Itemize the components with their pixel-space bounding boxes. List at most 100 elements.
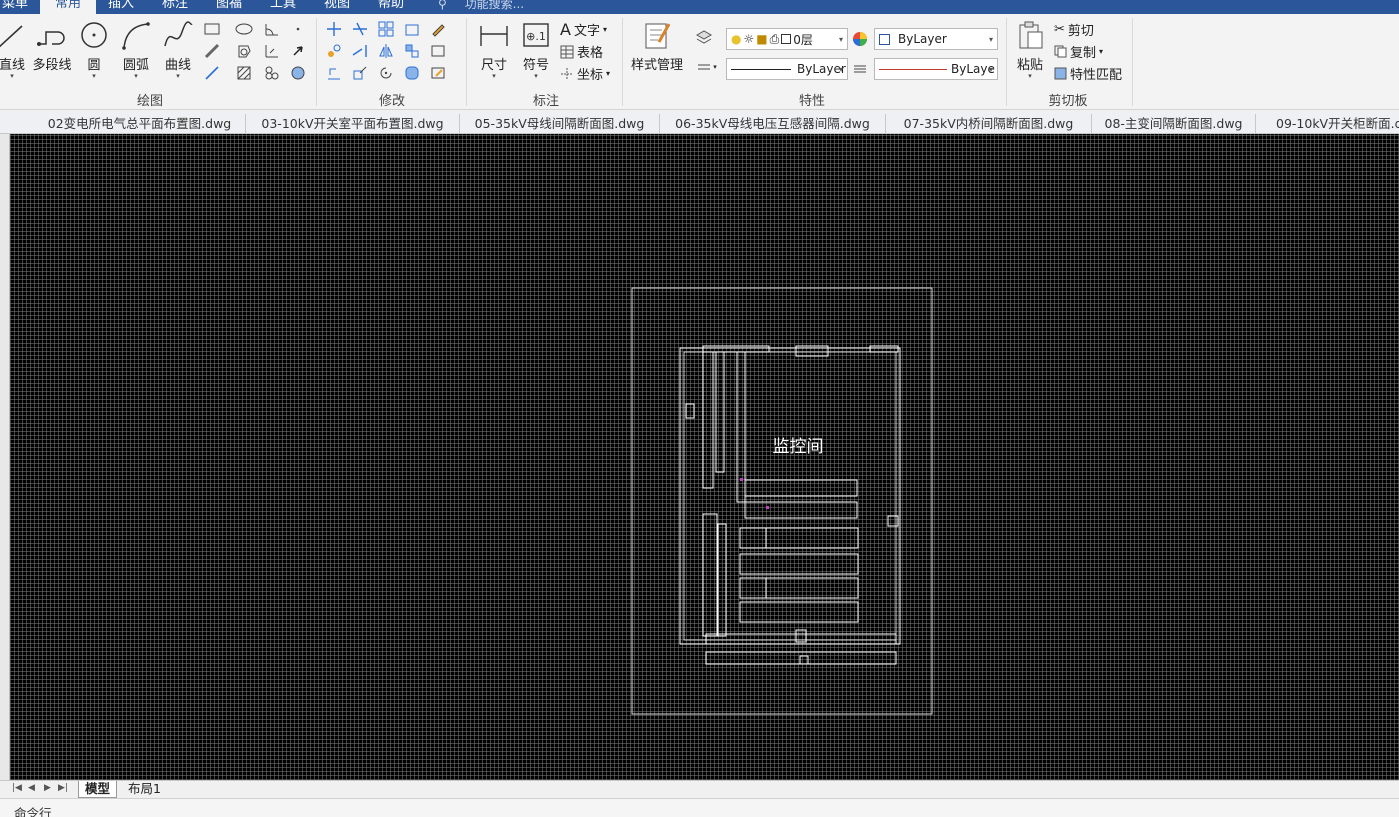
menu-item-annotate[interactable]: 标注 [156, 0, 194, 14]
document-tab[interactable]: 07-35kV内桥间隔断面图.dwg [886, 114, 1092, 133]
arc-label: 圆弧 [122, 58, 149, 73]
cut-button[interactable]: ✂ 剪切 [1054, 20, 1094, 39]
document-tab[interactable]: 08-主变间隔断面图.dwg [1092, 114, 1256, 133]
line-icon [0, 25, 23, 48]
panel-separator [466, 18, 467, 106]
command-line-label: 命令行 [14, 806, 52, 817]
text-button[interactable]: A 文字 ▾ [560, 20, 607, 39]
drawing-canvas[interactable]: 监控间 [10, 134, 1399, 780]
boundary-icon[interactable] [262, 64, 282, 82]
style-manager-button[interactable]: 样式管理 [628, 20, 686, 73]
mirror-icon[interactable] [376, 42, 396, 60]
coordinate-icon [561, 67, 573, 80]
document-tab[interactable]: 06-35kV母线电压互感器间隔.dwg [660, 114, 886, 133]
arrow-icon[interactable] [288, 42, 308, 60]
document-tab[interactable]: 03-10kV开关室平面布置图.dwg [246, 114, 460, 133]
ray-icon[interactable] [202, 64, 222, 82]
properties-edit-icon[interactable] [428, 64, 448, 82]
polyline-button[interactable]: 多段线 [30, 20, 74, 73]
feature-search[interactable]: ⚲ 功能搜索... [438, 0, 524, 14]
circle-icon [81, 22, 107, 48]
color-wheel-icon[interactable] [850, 30, 870, 48]
lineweight-dropdown[interactable]: ByLaye ▾ [874, 58, 998, 80]
paste-button[interactable]: 粘贴 ▾ [1012, 20, 1048, 80]
menu-item-tools[interactable]: 工具 [264, 0, 302, 14]
chevron-down-icon: ▾ [988, 34, 993, 44]
ellipse-icon[interactable] [234, 20, 254, 38]
layout-tab-model[interactable]: 模型 [78, 781, 118, 798]
document-tab[interactable]: 05-35kV母线间隔断面图.dwg [460, 114, 660, 133]
arc-button[interactable]: 圆弧 ▾ [116, 20, 156, 80]
equipment-rack [739, 527, 859, 549]
scale-icon[interactable] [350, 64, 370, 82]
point-icon[interactable] [288, 20, 308, 38]
equipment-rack [744, 501, 858, 519]
color-dropdown[interactable]: ByLayer ▾ [874, 28, 998, 50]
layer-value: 0层 [793, 32, 813, 47]
menu-item-help[interactable]: 帮助 [372, 0, 410, 14]
document-tabs: 02变电所电气总平面布置图.dwg 03-10kV开关室平面布置图.dwg 05… [0, 112, 1399, 134]
table-icon [560, 45, 574, 58]
explode-icon[interactable] [402, 42, 422, 60]
measure-icon[interactable] [262, 42, 282, 60]
rotate-icon[interactable] [376, 64, 396, 82]
dimension-button[interactable]: 尺寸 ▾ [474, 20, 514, 80]
scissors-icon: ✂ [1054, 22, 1065, 37]
stretch-icon[interactable] [402, 20, 422, 38]
line-button[interactable]: 直线 ▾ [0, 20, 30, 80]
menu-item-view[interactable]: 视图 [318, 0, 356, 14]
region-icon[interactable] [234, 42, 254, 60]
circle-button[interactable]: 圆 ▾ [76, 20, 112, 80]
dimension-angle-icon[interactable] [262, 20, 282, 38]
extend-icon[interactable] [350, 42, 370, 60]
copy-button[interactable]: 复制 ▾ [1054, 42, 1103, 61]
coordinate-button[interactable]: 坐标 ▾ [560, 64, 610, 83]
break-icon[interactable] [428, 42, 448, 60]
panel-separator [316, 18, 317, 106]
svg-text:⊕.1: ⊕.1 [526, 30, 546, 43]
layout-tab-layout1[interactable]: 布局1 [122, 781, 167, 798]
move-icon[interactable] [324, 20, 344, 38]
menu-item-insert[interactable]: 插入 [102, 0, 140, 14]
first-tab-icon[interactable]: |◀ [12, 783, 22, 793]
menu-item-home[interactable]: 常用 [40, 0, 96, 14]
layer-manager-icon[interactable] [694, 28, 714, 46]
layer-dropdown[interactable]: ● ☼ ■ ⎙ 0层 ▾ [726, 28, 848, 50]
copy-object-icon[interactable] [324, 42, 344, 60]
side-panel-strip[interactable] [0, 134, 10, 780]
circle-label: 圆 [87, 58, 101, 73]
dimension-label: 尺寸 [480, 58, 507, 73]
cad-app-window: 菜单 常用 插入 标注 图福 工具 视图 帮助 ⚲ 功能搜索... 直线 ▾ 多… [0, 0, 1399, 817]
erase-icon[interactable] [428, 20, 448, 38]
fill-icon[interactable] [288, 64, 308, 82]
linetype-dropdown[interactable]: ByLayer ▾ [726, 58, 848, 80]
document-tab[interactable]: 09-10kV开关柜断面.dwg [1256, 114, 1399, 133]
rectangle-icon[interactable] [202, 20, 222, 38]
symbol-button[interactable]: ⊕.1 符号 ▾ [516, 20, 556, 80]
command-line[interactable]: 命令行 [0, 798, 1399, 817]
menu-item-menu[interactable]: 菜单 [0, 0, 34, 14]
next-tab-icon[interactable]: ▶ [44, 783, 51, 793]
curve-button[interactable]: 曲线 ▾ [158, 20, 198, 80]
hatch-icon[interactable] [234, 64, 254, 82]
fillet-icon[interactable] [402, 64, 422, 82]
equipment-rack [744, 479, 858, 497]
offset-icon[interactable] [324, 64, 344, 82]
text-label: 文字 [573, 24, 600, 39]
linetype-scale-icon[interactable] [850, 60, 870, 78]
drawing-svg: 监控间 [631, 287, 933, 715]
xline-icon[interactable] [202, 42, 222, 60]
document-tab[interactable]: 02变电所电气总平面布置图.dwg [34, 114, 246, 133]
table-button[interactable]: 表格 [560, 42, 603, 61]
linetype-preview [731, 68, 791, 70]
door-marker [799, 655, 809, 665]
match-properties-button[interactable]: 特性匹配 [1054, 64, 1122, 83]
last-tab-icon[interactable]: ▶| [58, 783, 68, 793]
polyline-label: 多段线 [32, 58, 72, 73]
menu-item-frame[interactable]: 图福 [210, 0, 248, 14]
trim-icon[interactable] [350, 20, 370, 38]
array-icon[interactable] [376, 20, 396, 38]
color-swatch-icon [879, 33, 890, 45]
prev-tab-icon[interactable]: ◀ [28, 783, 35, 793]
chevron-down-icon[interactable]: ▾ [710, 58, 720, 76]
